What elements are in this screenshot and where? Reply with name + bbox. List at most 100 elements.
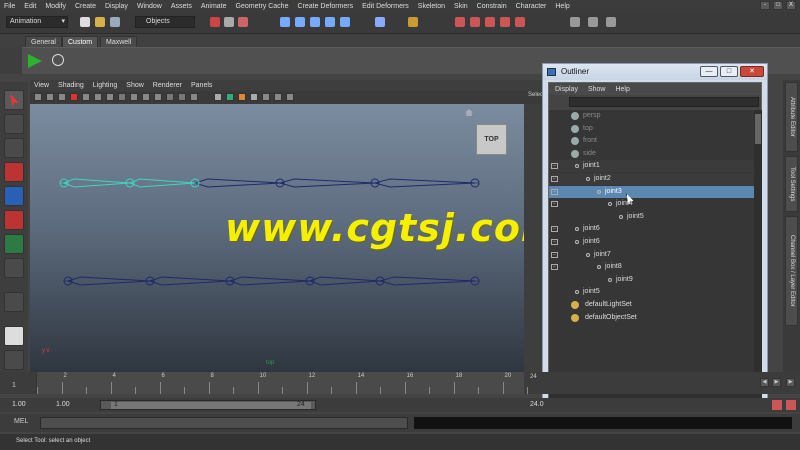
outliner-row-joint3[interactable]: − joint3 (549, 185, 754, 198)
expand-collapse-icon[interactable]: − (551, 264, 558, 271)
script-shelf-icon[interactable] (52, 54, 64, 66)
menu-assets[interactable]: Assets (171, 3, 192, 10)
bone[interactable] (308, 276, 381, 286)
panel-tool-icon[interactable] (154, 93, 162, 101)
lasso-tool-icon[interactable] (4, 114, 24, 134)
character-set-icon[interactable] (772, 400, 782, 410)
move-tool-icon[interactable] (4, 162, 24, 182)
history-icon[interactable] (375, 17, 385, 27)
paint-select-tool-icon[interactable] (4, 138, 24, 158)
tab-attribute-editor[interactable]: Attribute Editor (785, 82, 798, 152)
open-scene-icon[interactable] (95, 17, 105, 27)
panel-menu-renderer[interactable]: Renderer (153, 82, 182, 89)
menu-constrain[interactable]: Constrain (477, 3, 507, 10)
new-scene-icon[interactable] (80, 17, 90, 27)
range-slider-bar[interactable]: 1 24 (100, 400, 316, 410)
layout-script-icon[interactable] (4, 350, 24, 370)
step-end-button[interactable]: ▶ (786, 378, 795, 387)
expand-collapse-icon[interactable]: − (551, 176, 558, 182)
panel-menu-shading[interactable]: Shading (58, 82, 84, 89)
play-button[interactable]: ▶ (772, 378, 781, 387)
tab-channel-box[interactable]: Channel Box / Layer Editor (785, 216, 798, 326)
panel-toggle-icon[interactable] (606, 17, 616, 27)
panel-menu-view[interactable]: View (34, 82, 49, 89)
outliner-row-joint5[interactable]: joint5 (549, 211, 754, 223)
menu-modify[interactable]: Modify (45, 3, 66, 10)
time-slider-track[interactable]: 246810121416182022 (36, 372, 602, 394)
selection-mask-field[interactable]: Objects (135, 16, 195, 28)
outliner-vertical-scrollbar[interactable] (754, 110, 762, 390)
viewport-top[interactable]: TOP www.cgtsj.com y x top (30, 104, 524, 372)
render-icon[interactable] (455, 17, 465, 27)
tab-tool-settings[interactable]: Tool Settings (785, 156, 798, 212)
expand-collapse-icon[interactable]: − (551, 239, 558, 245)
expand-collapse-icon[interactable]: − (551, 201, 558, 208)
panel-tool-icon[interactable] (58, 93, 66, 101)
select-object-icon[interactable] (224, 17, 234, 27)
panel-tool-icon[interactable] (118, 93, 126, 101)
panel-tool-icon[interactable] (130, 93, 138, 101)
bone[interactable] (278, 178, 376, 188)
range-slider-handle[interactable] (111, 402, 311, 409)
mel-input[interactable] (40, 417, 408, 429)
outliner-menu-show[interactable]: Show (588, 86, 606, 93)
bone[interactable] (62, 178, 131, 188)
panel-tool-icon[interactable] (106, 93, 114, 101)
outliner-row-joint6[interactable]: − joint6 (549, 236, 754, 248)
playback-end-field[interactable]: 24.0 (530, 400, 544, 410)
outliner-row-joint8[interactable]: − joint8 (549, 261, 754, 273)
panel-tool-icon[interactable] (262, 93, 270, 101)
outliner-row-joint5[interactable]: joint5 (549, 286, 754, 298)
outliner-close-button[interactable]: ✕ (740, 66, 764, 77)
panel-tool-icon[interactable] (46, 93, 54, 101)
outliner-search-input[interactable] (569, 97, 759, 107)
panel-scroll-area[interactable]: Selec (524, 92, 543, 372)
outliner-row-side[interactable]: side (549, 148, 754, 160)
panel-tool-icon[interactable] (250, 93, 258, 101)
outliner-row-joint6[interactable]: − joint6 (549, 223, 754, 235)
save-scene-icon[interactable] (110, 17, 120, 27)
bone[interactable] (66, 276, 151, 286)
layout-single-icon[interactable] (4, 326, 24, 346)
menu-help[interactable]: Help (555, 3, 569, 10)
soft-mod-tool-icon[interactable] (4, 258, 24, 278)
select-tool-icon[interactable] (4, 90, 24, 110)
hypershade-icon[interactable] (500, 17, 510, 27)
panel-tool-icon[interactable] (166, 93, 174, 101)
panel-menu-panels[interactable]: Panels (191, 82, 212, 89)
outliner-row-front[interactable]: front (549, 135, 754, 147)
grid-toggle-icon[interactable] (570, 17, 580, 27)
bone[interactable] (228, 276, 311, 286)
outliner-row-joint9[interactable]: joint9 (549, 274, 754, 286)
panel-tool-icon[interactable] (94, 93, 102, 101)
panel-tool-icon[interactable] (286, 93, 294, 101)
panel-tool-icon[interactable] (214, 93, 222, 101)
menu-skin[interactable]: Skin (454, 3, 468, 10)
panel-tool-icon[interactable] (274, 93, 282, 101)
select-component-icon[interactable] (238, 17, 248, 27)
scale-tool-icon[interactable] (4, 210, 24, 230)
rotate-tool-icon[interactable] (4, 186, 24, 206)
layout-toggle-icon[interactable] (588, 17, 598, 27)
bone[interactable] (193, 178, 281, 188)
animation-start-field[interactable]: 1.00 (12, 400, 26, 410)
snap-curve-icon[interactable] (295, 17, 305, 27)
menu-edit[interactable]: Edit (24, 3, 36, 10)
bone[interactable] (148, 276, 231, 286)
outliner-minimize-button[interactable]: — (700, 66, 718, 77)
outliner-scroll-thumb[interactable] (755, 114, 761, 144)
outliner-menu-help[interactable]: Help (615, 86, 629, 93)
outliner-row-defaultObjectSet[interactable]: defaultObjectSet (549, 312, 754, 324)
tab-custom[interactable]: Custom (62, 36, 99, 47)
playback-start-field[interactable]: 1.00 (56, 400, 70, 410)
expand-collapse-icon[interactable]: − (551, 188, 558, 195)
tab-general[interactable]: General (25, 36, 62, 47)
joint-tool-icon[interactable] (4, 292, 24, 312)
snap-surface-icon[interactable] (340, 17, 350, 27)
snap-grid-icon[interactable] (280, 17, 290, 27)
expand-collapse-icon[interactable]: − (551, 163, 558, 170)
menu-edit-deformers[interactable]: Edit Deformers (362, 3, 409, 10)
menu-create[interactable]: Create (75, 3, 96, 10)
menu-character[interactable]: Character (516, 3, 547, 10)
panel-tool-icon[interactable] (178, 93, 186, 101)
